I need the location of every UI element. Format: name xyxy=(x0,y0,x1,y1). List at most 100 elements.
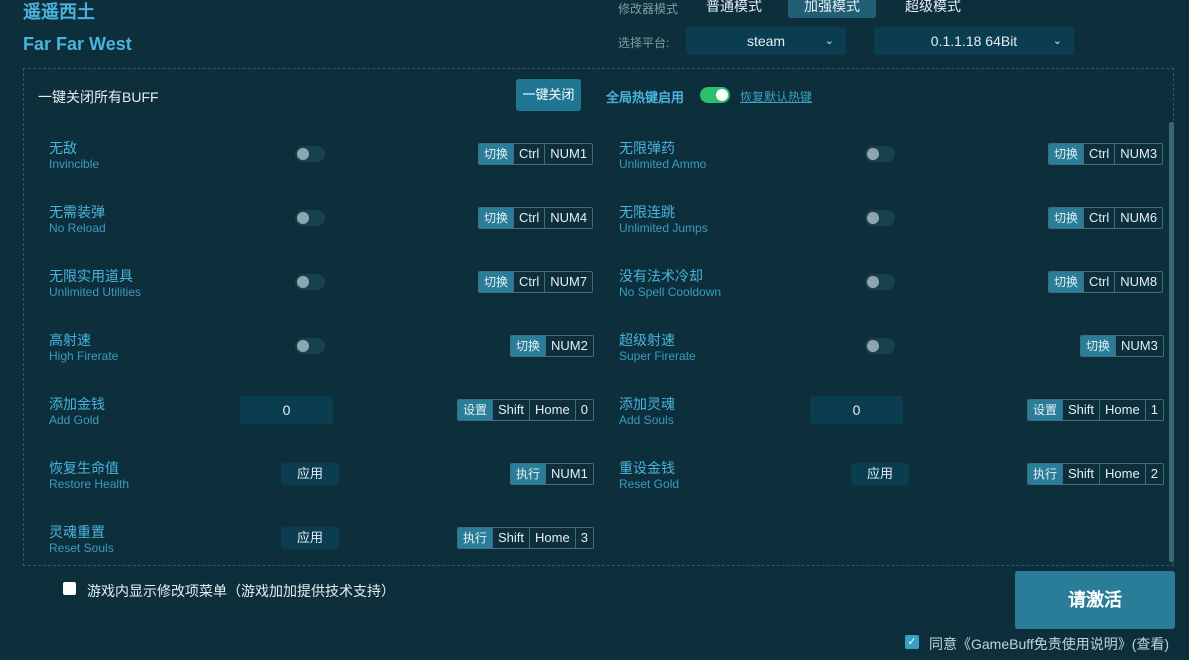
hotkey-key: 2 xyxy=(1144,464,1163,484)
cheat-name: 无限连跳 xyxy=(619,204,675,220)
hotkey-group: 切换 Ctrl NUM6 xyxy=(1048,207,1164,229)
cheat-name: 无限弹药 xyxy=(619,140,675,156)
hotkey-group: 设置 Shift Home 0 xyxy=(457,399,594,421)
hotkey-key: NUM3 xyxy=(1114,144,1162,164)
hotkey-key: Ctrl xyxy=(1083,144,1114,164)
hotkey-group: 设置 Shift Home 1 xyxy=(1027,399,1164,421)
hotkey-action: 设置 xyxy=(458,400,493,420)
cheat-name: 无需装弹 xyxy=(49,204,105,220)
cheat-name: 无限实用道具 xyxy=(49,268,133,284)
platform-label: 选择平台: xyxy=(618,36,670,50)
gold-value-input[interactable]: 0 xyxy=(240,396,333,424)
hotkey-key: Ctrl xyxy=(513,208,544,228)
global-hotkey-label: 全局热键启用 xyxy=(606,90,685,105)
panel-scrollbar[interactable] xyxy=(1169,122,1174,562)
hotkey-action: 切换 xyxy=(1049,272,1084,292)
hotkey-key: Shift xyxy=(492,400,529,420)
hotkey-action: 执行 xyxy=(458,528,493,548)
cheat-name-en: No Reload xyxy=(49,221,106,235)
global-hotkey-toggle[interactable] xyxy=(700,87,730,103)
agree-terms-link[interactable]: 同意《GameBuff免责使用说明》(查看) xyxy=(929,634,1169,654)
souls-value-input[interactable]: 0 xyxy=(810,396,903,424)
hotkey-key: Ctrl xyxy=(513,144,544,164)
hotkey-action: 切换 xyxy=(479,208,514,228)
hotkey-action: 切换 xyxy=(1049,144,1084,164)
hotkey-key: Ctrl xyxy=(513,272,544,292)
hotkey-group: 切换 Ctrl NUM4 xyxy=(478,207,594,229)
cheat-name: 没有法术冷却 xyxy=(619,268,703,284)
hotkey-key: Shift xyxy=(1062,464,1099,484)
check-icon: ✓ xyxy=(907,636,917,648)
cheat-name: 高射速 xyxy=(49,332,91,348)
hotkey-group: 切换 NUM2 xyxy=(510,335,594,357)
mode-label: 修改器模式 xyxy=(618,2,679,16)
activate-button[interactable]: 请激活 xyxy=(1015,571,1175,629)
cheat-name: 灵魂重置 xyxy=(49,524,105,540)
chevron-down-icon: ⌄ xyxy=(824,35,834,47)
cheat-name-en: Super Firerate xyxy=(619,349,696,363)
restore-default-hotkeys-link[interactable]: 恢复默认热键 xyxy=(740,88,812,105)
hotkey-key: Home xyxy=(1099,400,1145,420)
app-title-en: Far Far West xyxy=(23,34,132,54)
cheat-name-en: Reset Gold xyxy=(619,477,680,491)
cheat-toggle[interactable] xyxy=(295,274,325,290)
cheat-toggle[interactable] xyxy=(865,210,895,226)
hotkey-key: NUM8 xyxy=(1114,272,1162,292)
hotkey-key: Ctrl xyxy=(1083,208,1114,228)
close-all-button[interactable]: 一键关闭 xyxy=(516,79,581,111)
cheat-name-en: Restore Health xyxy=(49,477,130,491)
hotkey-key: Home xyxy=(529,400,575,420)
cheat-toggle[interactable] xyxy=(295,338,325,354)
hotkey-key: 0 xyxy=(574,400,593,420)
app-title-cn: 遥遥西土 xyxy=(23,2,95,22)
show-menu-checkbox[interactable] xyxy=(63,582,76,595)
platform-select[interactable]: steam ⌄ xyxy=(686,27,846,55)
cheat-name-en: Add Souls xyxy=(619,413,674,427)
version-value: 0.1.1.18 64Bit xyxy=(930,33,1018,49)
mode-super-button[interactable]: 超级模式 xyxy=(889,0,977,18)
hotkey-key: NUM2 xyxy=(545,336,593,356)
cheat-name: 恢复生命值 xyxy=(49,460,119,476)
cheat-name-en: High Firerate xyxy=(49,349,119,363)
hotkey-action: 切换 xyxy=(479,144,514,164)
hotkey-action: 执行 xyxy=(1028,464,1063,484)
cheat-name: 超级射速 xyxy=(619,332,675,348)
cheat-panel xyxy=(23,68,1174,566)
mode-normal-button[interactable]: 普通模式 xyxy=(690,0,778,18)
hotkey-key: NUM6 xyxy=(1114,208,1162,228)
cheat-name-en: Invincible xyxy=(49,157,100,171)
agree-checkbox[interactable]: ✓ xyxy=(905,635,919,649)
cheat-toggle[interactable] xyxy=(295,146,325,162)
cheat-toggle[interactable] xyxy=(865,146,895,162)
cheat-name: 无敌 xyxy=(49,140,77,156)
cheat-name-en: Add Gold xyxy=(49,413,100,427)
platform-value: steam xyxy=(746,33,786,49)
apply-button[interactable]: 应用 xyxy=(281,463,339,485)
cheat-name-en: Unlimited Jumps xyxy=(619,221,708,235)
cheat-toggle[interactable] xyxy=(295,210,325,226)
hotkey-key: Shift xyxy=(492,528,529,548)
hotkey-group: 切换 NUM3 xyxy=(1080,335,1164,357)
cheat-name-en: Unlimited Utilities xyxy=(49,285,142,299)
version-select[interactable]: 0.1.1.18 64Bit ⌄ xyxy=(874,27,1074,55)
cheat-toggle[interactable] xyxy=(865,338,895,354)
hotkey-group: 执行 Shift Home 3 xyxy=(457,527,594,549)
cheat-name: 添加金钱 xyxy=(49,396,105,412)
hotkey-group: 执行 NUM1 xyxy=(510,463,594,485)
cheat-toggle[interactable] xyxy=(865,274,895,290)
hotkey-action: 切换 xyxy=(511,336,546,356)
mode-enhanced-button[interactable]: 加强模式 xyxy=(788,0,876,18)
hotkey-action: 切换 xyxy=(1049,208,1084,228)
cheat-name-en: No Spell Cooldown xyxy=(619,285,722,299)
hotkey-group: 切换 Ctrl NUM8 xyxy=(1048,271,1164,293)
hotkey-action: 切换 xyxy=(479,272,514,292)
apply-button[interactable]: 应用 xyxy=(281,527,339,549)
hotkey-key: Home xyxy=(529,528,575,548)
apply-button[interactable]: 应用 xyxy=(851,463,909,485)
hotkey-key: NUM1 xyxy=(545,464,593,484)
hotkey-group: 切换 Ctrl NUM3 xyxy=(1048,143,1164,165)
hotkey-key: NUM7 xyxy=(544,272,592,292)
hotkey-key: Shift xyxy=(1062,400,1099,420)
cheat-name: 重设金钱 xyxy=(619,460,675,476)
hotkey-group: 切换 Ctrl NUM1 xyxy=(478,143,594,165)
